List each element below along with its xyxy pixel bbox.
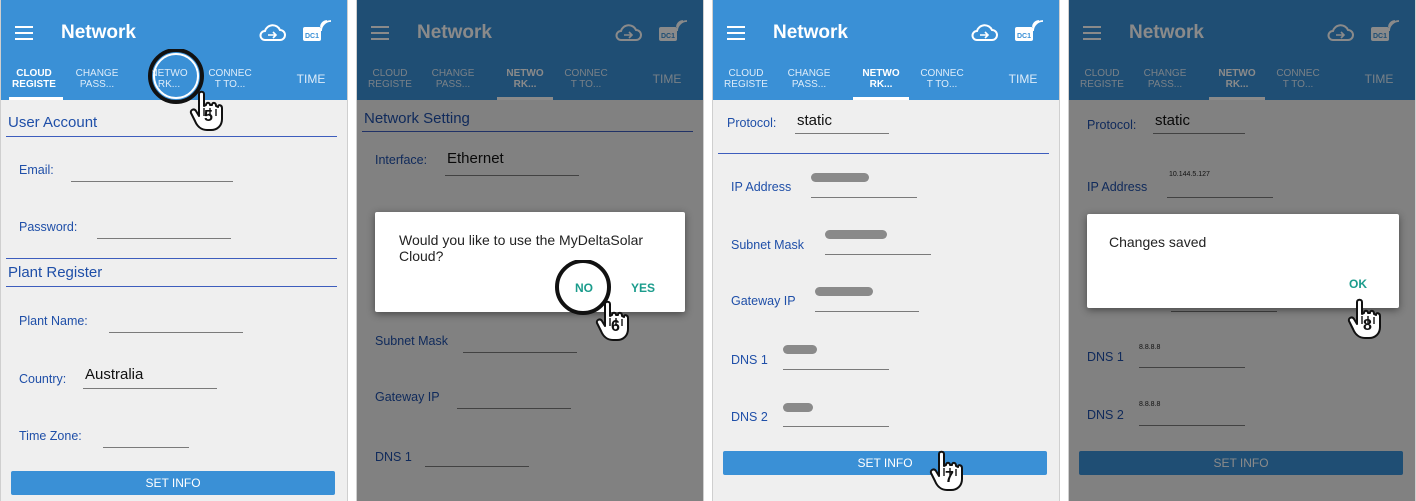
plant-name-field[interactable] [109,332,243,333]
dialog-message: Would you like to use the MyDeltaSolar C… [399,232,644,264]
dc1-wifi-icon [1013,17,1045,47]
dns1-value-redacted [783,345,817,354]
app-bar: Network CLOUD REGISTE CHANGE PASS... NET… [713,0,1059,100]
time-zone-label: Time Zone: [19,429,82,443]
tab-cloud-register[interactable]: CLOUD REGISTE [5,66,63,100]
app-title: Network [773,22,848,43]
ok-button[interactable]: OK [1349,277,1367,291]
step-number: 7 [945,469,954,486]
subnet-mask-value-redacted [825,230,887,239]
yes-button[interactable]: YES [631,281,655,295]
subnet-mask-field[interactable] [825,254,931,255]
password-field[interactable] [97,238,231,239]
step-number: 6 [611,318,620,335]
hamburger-icon[interactable] [727,26,745,40]
country-label: Country: [19,372,67,386]
time-zone-select[interactable] [103,447,189,448]
hamburger-icon[interactable] [15,26,33,40]
set-info-button[interactable]: SET INFO [11,471,335,495]
password-label: Password: [19,220,78,234]
ip-address-field[interactable] [811,197,917,198]
tab-time[interactable]: TIME [281,66,341,100]
form-content: Protocol: static IP Address Subnet Mask … [713,100,1059,501]
screen-network-settings: Network CLOUD REGISTE CHANGE PASS... NET… [712,0,1060,501]
set-info-button[interactable]: SET INFO [723,451,1047,475]
screen-changes-saved: Network CLOUD REGISTE CHANGE PASS... NET… [1068,0,1416,501]
app-title: Network [61,22,136,43]
gateway-ip-field[interactable] [815,311,919,312]
screen-cloud-register: Network CLOUD REGISTE CHANGE PASS... NET… [0,0,348,501]
country-select[interactable]: Australia [85,366,143,383]
step-number: 5 [204,108,213,125]
protocol-underline [795,133,889,134]
tab-connect-to[interactable]: CONNEC T TO... [911,66,973,100]
ip-address-label: IP Address [731,180,792,194]
divider [6,136,337,137]
user-account-heading: User Account [8,114,98,131]
dc1-wifi-icon [301,17,333,47]
subnet-mask-label: Subnet Mask [731,238,804,252]
tab-bar: CLOUD REGISTE CHANGE PASS... NETWO RK...… [713,66,1059,100]
protocol-select[interactable]: static [797,112,832,129]
plant-register-heading: Plant Register [8,264,103,281]
step-number: 8 [1363,317,1372,334]
tab-time[interactable]: TIME [993,66,1053,100]
dns1-field[interactable] [783,369,889,370]
dns2-label: DNS 2 [731,410,768,424]
country-underline [83,388,217,389]
dns2-field[interactable] [783,426,889,427]
plant-name-label: Plant Name: [19,314,88,328]
ip-address-value-redacted [811,173,869,182]
email-field[interactable] [71,181,233,182]
protocol-label: Protocol: [727,116,777,130]
email-label: Email: [19,163,54,177]
dns1-label: DNS 1 [731,353,768,367]
tab-change-password[interactable]: CHANGE PASS... [777,66,841,100]
tab-change-password[interactable]: CHANGE PASS... [65,66,129,100]
screen-network-dialog: Network CLOUD REGISTE CHANGE PASS... NET… [356,0,704,501]
tab-cloud-register[interactable]: CLOUD REGISTE [717,66,775,100]
tab-network[interactable]: NETWO RK... [853,66,909,100]
divider [718,153,1049,154]
cloud-icon[interactable] [969,21,999,45]
gateway-ip-value-redacted [815,287,873,296]
dns2-value-redacted [783,403,813,412]
cloud-icon[interactable] [257,21,287,45]
gateway-ip-label: Gateway IP [731,294,796,308]
divider [6,258,337,259]
divider [6,286,337,287]
dialog-message: Changes saved [1109,234,1207,250]
form-content: User Account Email: Password: Plant Regi… [1,100,347,501]
